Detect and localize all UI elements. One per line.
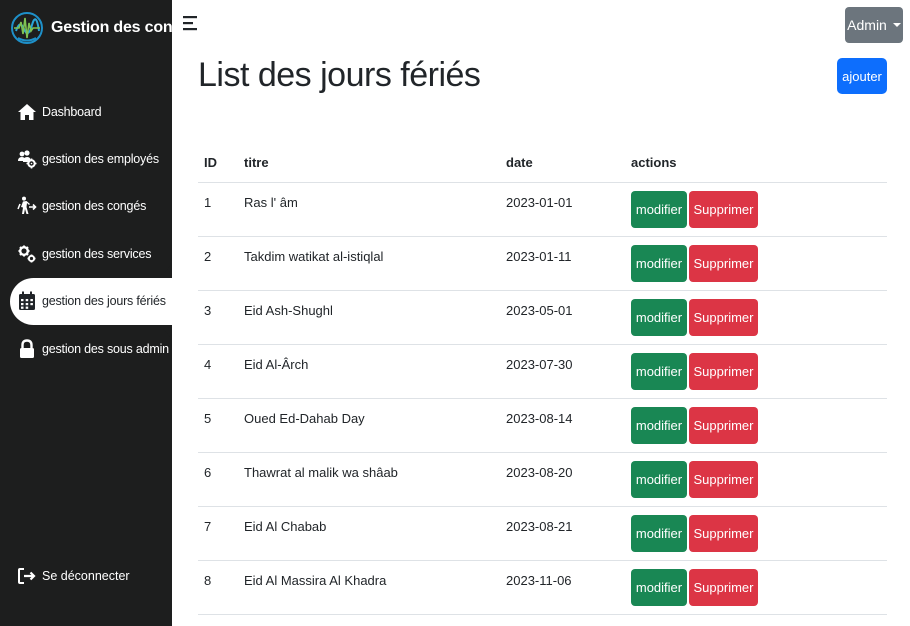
lock-icon (17, 338, 37, 359)
cell-titre: Takdim watikat al-istiqlal (244, 249, 384, 264)
sidebar-item-label: gestion des services (42, 246, 152, 261)
cell-actions: modifier Supprimer (631, 183, 887, 228)
cell-titre: Thawrat al malik wa shâab (244, 465, 398, 480)
table-row: 8 Eid Al Massira Al Khadra 2023-11-06 modif… (198, 561, 887, 615)
edit-button[interactable]: modifier (631, 299, 687, 336)
sidebar: Gestion des congés Dashboard gestion des… (0, 0, 200, 626)
cell-date: 2023-08-21 (506, 519, 573, 534)
cell-id: 2 (204, 249, 212, 264)
sidebar-item-label: gestion des employés (42, 152, 159, 167)
edit-button[interactable]: modifier (631, 245, 687, 282)
column-header-titre[interactable]: titre (244, 155, 506, 170)
sidebar-item-services[interactable]: gestion des services (0, 230, 172, 278)
cell-id: 5 (204, 411, 212, 426)
cell-titre: Eid Al Chabab (244, 519, 327, 534)
person-walking-arrow-icon (17, 196, 37, 216)
gears-icon (17, 244, 37, 264)
cell-date: 2023-11-06 (506, 573, 572, 588)
table-row: 3 Eid Ash-Shughl 2023-05-01 modifier Supprim… (198, 291, 887, 345)
table-row: 1 Ras l' âm 2023-01-01 modifier Supprimer (198, 183, 887, 237)
cell-date: 2023-01-01 (506, 195, 573, 210)
cell-actions: modifier Supprimer (631, 561, 887, 606)
cell-id: 7 (204, 519, 212, 534)
cell-titre: Ras l' âm (244, 195, 298, 210)
cell-titre: Eid Al-Ârch (244, 357, 309, 372)
logout-label: Se déconnecter (42, 569, 130, 583)
table-row: 2 Takdim watikat al-istiqlal 2023-01-11 mod… (198, 237, 887, 291)
cell-titre: Oued Ed-Dahab Day (244, 411, 365, 426)
table-body: 1 Ras l' âm 2023-01-01 modifier Supprimer 2 Ta… (198, 183, 887, 615)
table-row: 5 Oued Ed-Dahab Day 2023-08-14 modifier Supp… (198, 399, 887, 453)
sidebar-item-jours-feries[interactable]: gestion des jours fériés (10, 277, 172, 325)
column-header-actions: actions (631, 154, 677, 170)
cell-id: 6 (204, 465, 212, 480)
hamburger-icon[interactable] (181, 14, 199, 32)
sidebar-item-employes[interactable]: gestion des employés (0, 135, 172, 182)
sidebar-item-sous-admin[interactable]: gestion des sous admin (0, 324, 172, 373)
edit-button[interactable]: modifier (631, 353, 687, 390)
edit-button[interactable]: modifier (631, 461, 687, 498)
sidebar-item-conges[interactable]: gestion des congés (0, 183, 172, 230)
edit-button[interactable]: modifier (631, 407, 687, 444)
sidebar-item-label: gestion des congés (42, 199, 147, 214)
user-menu-label: Admin (847, 17, 887, 33)
cell-titre: Eid Al Massira Al Khadra (244, 573, 387, 588)
edit-button[interactable]: modifier (631, 569, 687, 606)
logout-link[interactable]: Se déconnecter (17, 566, 130, 586)
table-header: ID titre date actions (198, 142, 887, 183)
cell-date: 2023-08-14 (506, 411, 573, 426)
cell-date: 2023-07-30 (506, 357, 573, 372)
delete-button[interactable]: Supprimer (689, 191, 758, 228)
home-icon (17, 102, 37, 122)
cell-actions: modifier Supprimer (631, 237, 887, 282)
cell-actions: modifier Supprimer (631, 507, 887, 552)
users-gear-icon (17, 149, 37, 169)
delete-button[interactable]: Supprimer (689, 353, 758, 390)
cell-id: 3 (204, 303, 212, 318)
cell-titre: Eid Ash-Shughl (244, 303, 333, 318)
column-header-date[interactable]: date (506, 155, 631, 170)
cell-date: 2023-01-11 (506, 249, 572, 264)
delete-button[interactable]: Supprimer (689, 245, 758, 282)
delete-button[interactable]: Supprimer (689, 461, 758, 498)
cell-id: 1 (204, 195, 212, 210)
delete-button[interactable]: Supprimer (689, 515, 758, 552)
cell-id: 4 (204, 357, 212, 372)
delete-button[interactable]: Supprimer (689, 407, 758, 444)
sidebar-item-label: Dashboard (42, 104, 102, 119)
cell-actions: modifier Supprimer (631, 291, 887, 336)
cell-actions: modifier Supprimer (631, 453, 887, 498)
cell-date: 2023-05-01 (506, 303, 573, 318)
delete-button[interactable]: Supprimer (689, 569, 758, 606)
user-menu-button[interactable]: Admin (845, 7, 903, 43)
table-row: 6 Thawrat al malik wa shâab 2023-08-20 modi… (198, 453, 887, 507)
calendar-icon (17, 291, 37, 311)
column-header-id[interactable]: ID (198, 155, 244, 170)
brain-wave-logo (11, 12, 43, 44)
sidebar-item-label: gestion des sous admin (42, 341, 169, 356)
chevron-down-icon (892, 23, 901, 27)
edit-button[interactable]: modifier (631, 515, 687, 552)
table-row: 4 Eid Al-Ârch 2023-07-30 modifier Supprimer (198, 345, 887, 399)
sidebar-item-label: gestion des jours fériés (42, 294, 166, 309)
delete-button[interactable]: Supprimer (689, 299, 758, 336)
app-title: Gestion des congés (51, 19, 200, 36)
cell-date: 2023-08-20 (506, 465, 573, 480)
cell-id: 8 (204, 573, 212, 588)
holidays-table: ID titre date actions 1 Ras l' âm 2023-01-… (198, 142, 887, 615)
brand[interactable]: Gestion des congés (10, 6, 200, 50)
table-row: 7 Eid Al Chabab 2023-08-21 modifier Supprime… (198, 507, 887, 561)
cell-actions: modifier Supprimer (631, 345, 887, 390)
cell-actions: modifier Supprimer (631, 399, 887, 444)
add-button[interactable]: ajouter (837, 58, 887, 94)
sidebar-item-dashboard[interactable]: Dashboard (0, 88, 172, 135)
page-title: List des jours fériés (198, 56, 481, 94)
logout-icon (17, 566, 37, 586)
edit-button[interactable]: modifier (631, 191, 687, 228)
sidebar-nav: Dashboard gestion des employés gestion d… (0, 88, 172, 373)
